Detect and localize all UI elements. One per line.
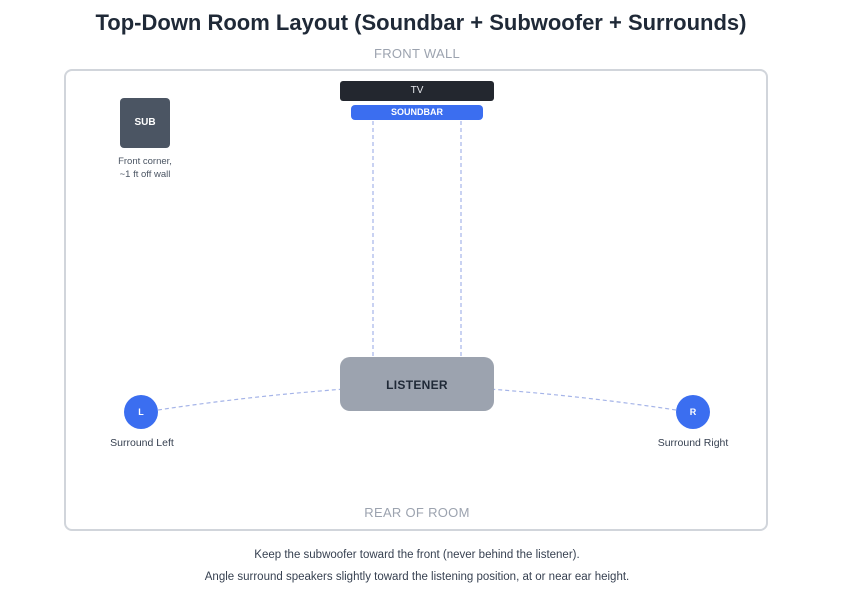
surround-left-speaker: L (124, 395, 158, 429)
surround-right-label: Surround Right (657, 437, 729, 449)
surround-left-label: Surround Left (110, 437, 174, 449)
rear-of-room-label: REAR OF ROOM (364, 505, 470, 520)
subwoofer-note: Front corner, ~1 ft off wall (95, 155, 195, 181)
front-wall-label: FRONT WALL (373, 46, 461, 61)
placement-note: Angle surround speakers slightly toward … (204, 571, 630, 583)
tv: TV (340, 81, 494, 101)
listener: LISTENER (340, 357, 494, 411)
placement-note: Keep the subwoofer toward the front (nev… (254, 549, 580, 561)
subwoofer-note-line2: ~1 ft off wall (119, 169, 171, 180)
subwoofer: SUB (120, 98, 170, 148)
subwoofer-note-line1: Front corner, (118, 156, 172, 167)
page-title: Top-Down Room Layout (Soundbar + Subwoof… (95, 10, 747, 35)
surround-right-speaker: R (676, 395, 710, 429)
placement-notes: Keep the subwoofer toward the front (nev… (0, 544, 834, 588)
soundbar: SOUNDBAR (351, 105, 483, 120)
